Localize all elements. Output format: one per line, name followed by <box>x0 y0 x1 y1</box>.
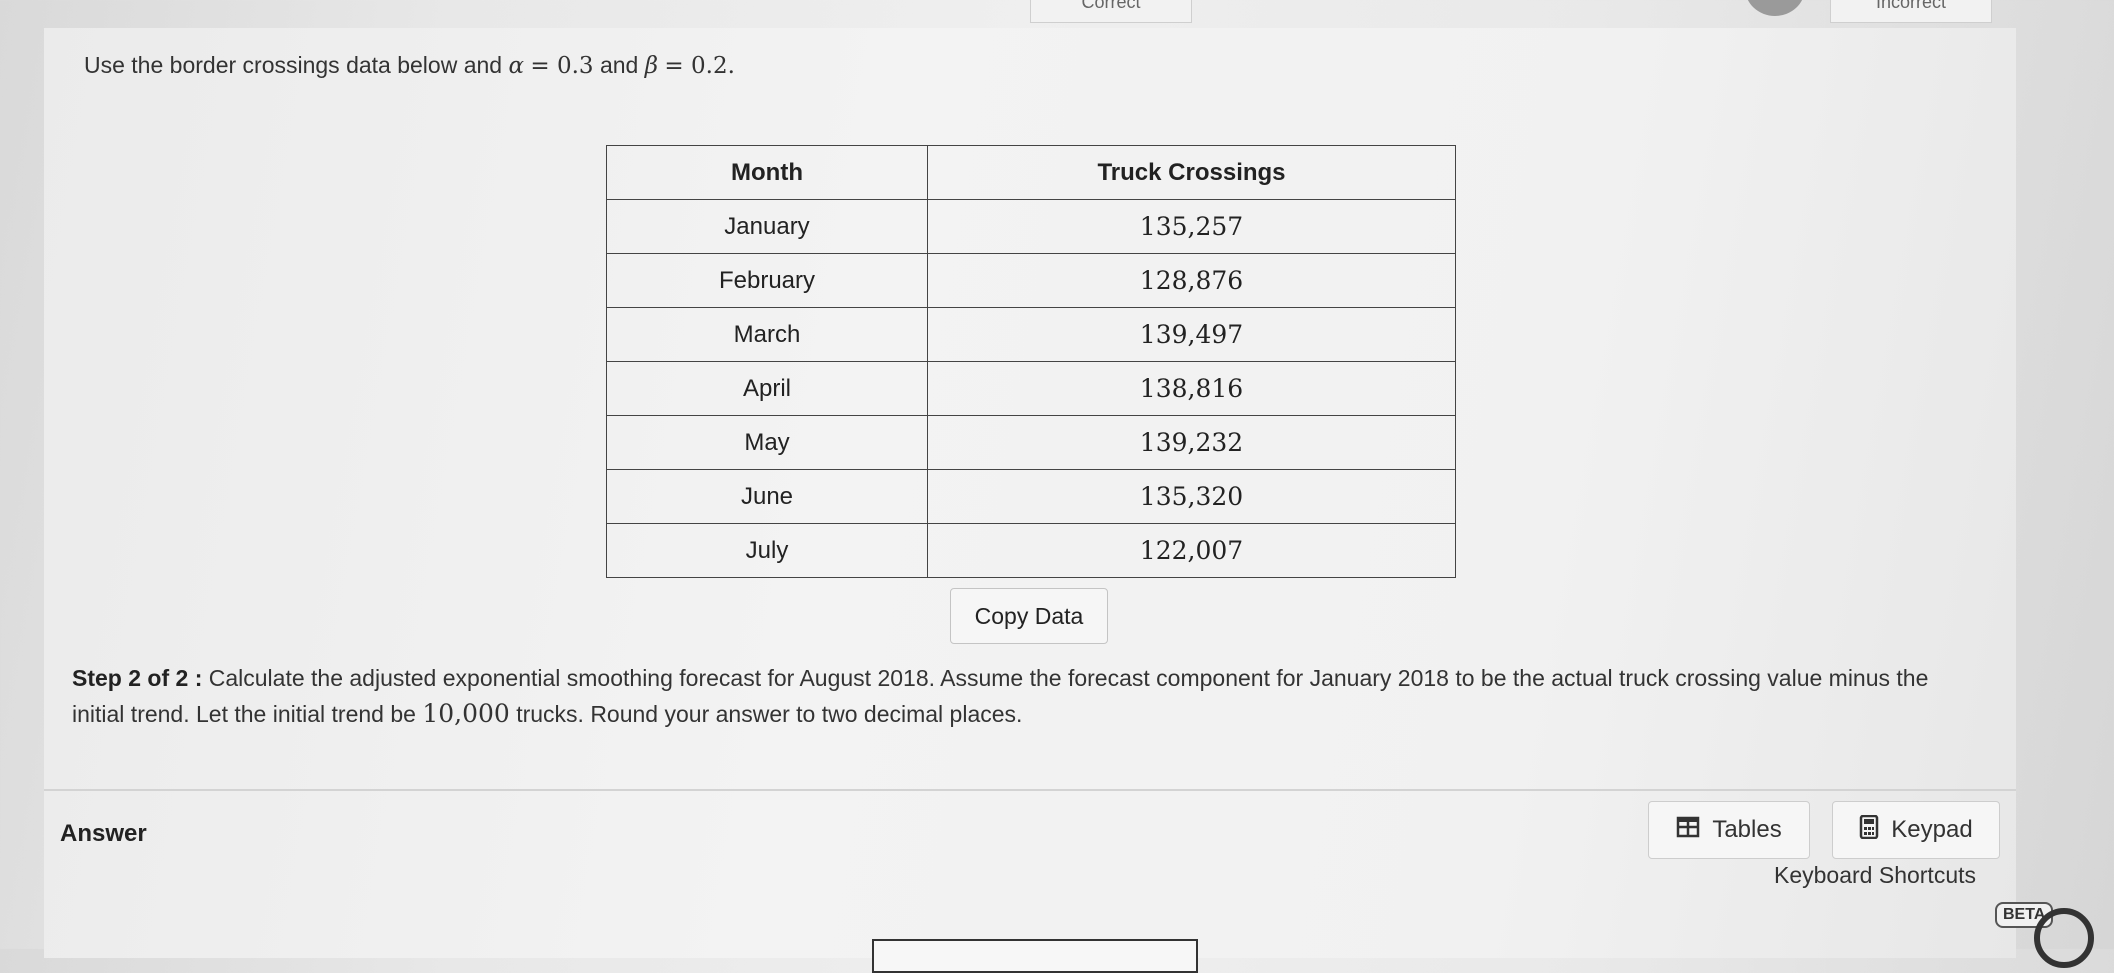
beta-value: = 0.2. <box>664 53 735 79</box>
table-row: May 139,232 <box>606 415 1456 470</box>
table-row: March 139,497 <box>606 307 1456 362</box>
question-text: Use the border crossings data below and … <box>84 52 735 79</box>
month-cell: April <box>606 361 928 416</box>
crossings-cell: 122,007 <box>927 523 1456 578</box>
keypad-button[interactable]: Keypad <box>1832 801 2000 859</box>
tab-incorrect[interactable]: Incorrect <box>1830 0 1992 23</box>
answer-label: Answer <box>60 820 147 847</box>
keypad-label: Keypad <box>1891 816 1973 843</box>
month-cell: May <box>606 415 928 470</box>
keyboard-shortcuts-link[interactable]: Keyboard Shortcuts <box>1774 862 1976 889</box>
table-header-row: Month Truck Crossings <box>606 145 1456 200</box>
copy-data-button[interactable]: Copy Data <box>950 588 1108 644</box>
step-instructions: Step 2 of 2 : Calculate the adjusted exp… <box>72 660 1972 732</box>
question-prefix: Use the border crossings data below and <box>84 52 503 78</box>
table-row: July 122,007 <box>606 523 1456 578</box>
tables-label: Tables <box>1712 816 1782 843</box>
table-grid-icon <box>1676 816 1700 845</box>
tab-correct[interactable]: Correct <box>1030 0 1192 23</box>
initial-trend-value: 10,000 <box>422 699 510 728</box>
crossings-cell: 135,320 <box>927 469 1456 524</box>
column-header-month: Month <box>606 145 928 200</box>
section-divider <box>44 789 2016 791</box>
beta-symbol: β <box>644 53 659 79</box>
step-label: Step 2 of 2 : <box>72 665 203 691</box>
step-text-part2: trucks. Round your answer to two decimal… <box>516 701 1023 727</box>
table-row: June 135,320 <box>606 469 1456 524</box>
alpha-value: = 0.3 <box>530 53 594 79</box>
month-cell: February <box>606 253 928 308</box>
tables-button[interactable]: Tables <box>1648 801 1810 859</box>
help-circle-icon[interactable] <box>2034 908 2094 968</box>
crossings-cell: 135,257 <box>927 199 1456 254</box>
crossings-cell: 139,497 <box>927 307 1456 362</box>
crossings-cell: 139,232 <box>927 415 1456 470</box>
table-row: February 128,876 <box>606 253 1456 308</box>
calculator-icon <box>1859 814 1879 846</box>
question-conj: and <box>599 52 639 78</box>
month-cell: January <box>606 199 928 254</box>
month-cell: July <box>606 523 928 578</box>
crossings-cell: 138,816 <box>927 361 1456 416</box>
month-cell: June <box>606 469 928 524</box>
answer-input[interactable] <box>872 939 1198 973</box>
border-crossings-table: Month Truck Crossings January 135,257 Fe… <box>606 145 1456 578</box>
month-cell: March <box>606 307 928 362</box>
table-row: January 135,257 <box>606 199 1456 254</box>
table-row: April 138,816 <box>606 361 1456 416</box>
status-circle <box>1745 0 1805 16</box>
alpha-symbol: α <box>508 53 525 79</box>
crossings-cell: 128,876 <box>927 253 1456 308</box>
column-header-truck-crossings: Truck Crossings <box>927 145 1456 200</box>
